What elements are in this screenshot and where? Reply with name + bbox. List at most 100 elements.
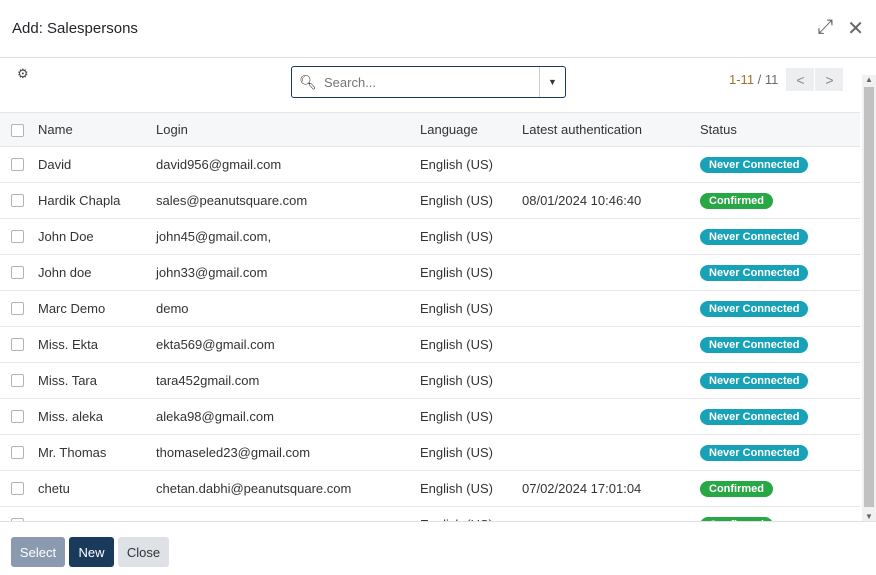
search-options-toggle[interactable]: ▼ xyxy=(539,67,565,97)
cell-language: English (US) xyxy=(420,373,493,388)
close-button[interactable]: Close xyxy=(118,537,169,567)
cell-login: ekta569@gmail.com xyxy=(156,337,275,352)
table-row[interactable]: Marc Demo demo English (US) Never Connec… xyxy=(0,291,860,327)
cell-status: Never Connected xyxy=(700,363,809,398)
row-checkbox[interactable] xyxy=(11,302,24,315)
row-checkbox[interactable] xyxy=(11,410,24,423)
table-row[interactable]: Mr. Thomas thomaseled23@gmail.com Englis… xyxy=(0,435,860,471)
column-login[interactable]: Login xyxy=(156,113,188,146)
scroll-down-icon[interactable]: ▼ xyxy=(865,512,873,521)
cell-language: English (US) xyxy=(420,157,493,172)
scrollbar[interactable]: ▲ ▼ xyxy=(862,75,876,521)
cell-login: david956@gmail.com xyxy=(156,157,282,172)
table-row[interactable]: Hardik Chapla sales@peanutsquare.com Eng… xyxy=(0,183,860,219)
cell-status: Never Connected xyxy=(700,327,809,362)
select-all-checkbox[interactable] xyxy=(11,124,24,137)
column-language[interactable]: Language xyxy=(420,113,478,146)
table-row[interactable]: Miss. Ekta ekta569@gmail.com English (US… xyxy=(0,327,860,363)
status-badge: Never Connected xyxy=(700,336,809,353)
status-badge: Never Connected xyxy=(700,264,809,281)
row-checkbox[interactable] xyxy=(11,194,24,207)
cell-status: Confirmed xyxy=(700,183,773,218)
pager-count[interactable]: 1-11 / 11 xyxy=(729,72,778,87)
cell-status: Never Connected xyxy=(700,291,809,326)
cell-status: Never Connected xyxy=(700,399,809,434)
pager: 1-11 / 11 < > xyxy=(729,68,845,91)
table-row[interactable]: English (US) Confirmed xyxy=(0,507,860,521)
cell-login: sales@peanutsquare.com xyxy=(156,193,308,208)
scrollbar-thumb[interactable] xyxy=(864,87,874,507)
cell-latest-authentication: 08/01/2024 10:46:40 xyxy=(522,193,642,208)
cell-login: tara452gmail.com xyxy=(156,373,260,388)
status-badge: Confirmed xyxy=(700,192,773,209)
status-badge: Never Connected xyxy=(700,372,809,389)
cell-status: Never Connected xyxy=(700,435,809,470)
status-badge: Never Connected xyxy=(700,300,809,317)
table-row[interactable]: Miss. aleka aleka98@gmail.com English (U… xyxy=(0,399,860,435)
gear-icon[interactable]: ⚙ xyxy=(17,66,29,82)
row-checkbox[interactable] xyxy=(11,158,24,171)
cell-status: Never Connected xyxy=(700,255,809,290)
cell-language: English (US) xyxy=(420,337,493,352)
column-name[interactable]: Name xyxy=(38,113,73,146)
status-badge: Never Connected xyxy=(700,444,809,461)
cell-language: English (US) xyxy=(420,229,493,244)
cell-name: Mr. Thomas xyxy=(38,445,107,460)
cell-login: chetan.dabhi@peanutsquare.com xyxy=(156,481,352,496)
cell-status: Confirmed xyxy=(700,507,773,521)
cell-status: Confirmed xyxy=(700,471,773,506)
cell-name: Hardik Chapla xyxy=(38,193,121,208)
cell-language: English (US) xyxy=(420,445,493,460)
cell-status: Never Connected xyxy=(700,147,809,182)
cell-name: John doe xyxy=(38,265,92,280)
cell-name: Miss. Tara xyxy=(38,373,97,388)
table-header: Name Login Language Latest authenticatio… xyxy=(0,112,860,147)
status-badge: Confirmed xyxy=(700,480,773,497)
search-input[interactable] xyxy=(324,68,539,96)
toolbar: ⚙ 🔍︎ ▼ 1-11 / 11 < > xyxy=(0,59,862,112)
cell-latest-authentication: 07/02/2024 17:01:04 xyxy=(522,481,642,496)
salespersons-table: Name Login Language Latest authenticatio… xyxy=(0,112,860,521)
row-checkbox[interactable] xyxy=(11,446,24,459)
table-row[interactable]: Miss. Tara tara452gmail.com English (US)… xyxy=(0,363,860,399)
cell-language: English (US) xyxy=(420,301,493,316)
cell-name: chetu xyxy=(38,481,70,496)
table-row[interactable]: chetu chetan.dabhi@peanutsquare.com Engl… xyxy=(0,471,860,507)
table-row[interactable]: David david956@gmail.com English (US) Ne… xyxy=(0,147,860,183)
select-button[interactable]: Select xyxy=(11,537,65,567)
expand-icon[interactable]: ⤢ xyxy=(817,16,833,41)
column-latest-authentication[interactable]: Latest authentication xyxy=(522,113,642,146)
row-checkbox[interactable] xyxy=(11,230,24,243)
cell-login: john33@gmail.com xyxy=(156,265,268,280)
cell-name: David xyxy=(38,157,72,172)
cell-name: Marc Demo xyxy=(38,301,106,316)
status-badge: Never Connected xyxy=(700,156,809,173)
cell-name: Miss. Ekta xyxy=(38,337,98,352)
status-badge: Never Connected xyxy=(700,228,809,245)
dialog-footer: Select New Close xyxy=(0,521,876,575)
row-checkbox[interactable] xyxy=(11,338,24,351)
row-checkbox[interactable] xyxy=(11,266,24,279)
cell-language: English (US) xyxy=(420,507,493,521)
table-row[interactable]: John Doe john45@gmail.com, English (US) … xyxy=(0,219,860,255)
cell-language: English (US) xyxy=(420,265,493,280)
table-row[interactable]: John doe john33@gmail.com English (US) N… xyxy=(0,255,860,291)
status-badge: Never Connected xyxy=(700,408,809,425)
dialog-header: Add: Salespersons ⤢ ✕ xyxy=(0,0,876,58)
pager-previous-button[interactable]: < xyxy=(786,68,816,91)
cell-login: aleka98@gmail.com xyxy=(156,409,274,424)
search-icon: 🔍︎ xyxy=(299,73,317,90)
row-checkbox[interactable] xyxy=(11,482,24,495)
close-icon[interactable]: ✕ xyxy=(847,16,864,41)
search-box: 🔍︎ ▼ xyxy=(291,66,566,98)
cell-login: john45@gmail.com, xyxy=(156,229,272,244)
scroll-up-icon[interactable]: ▲ xyxy=(865,75,873,84)
row-checkbox[interactable] xyxy=(11,374,24,387)
cell-login: demo xyxy=(156,301,189,316)
cell-status: Never Connected xyxy=(700,219,809,254)
cell-language: English (US) xyxy=(420,193,493,208)
column-status[interactable]: Status xyxy=(700,113,737,146)
pager-next-button[interactable]: > xyxy=(815,68,845,91)
cell-login: thomaseled23@gmail.com xyxy=(156,445,311,460)
new-button[interactable]: New xyxy=(69,537,114,567)
